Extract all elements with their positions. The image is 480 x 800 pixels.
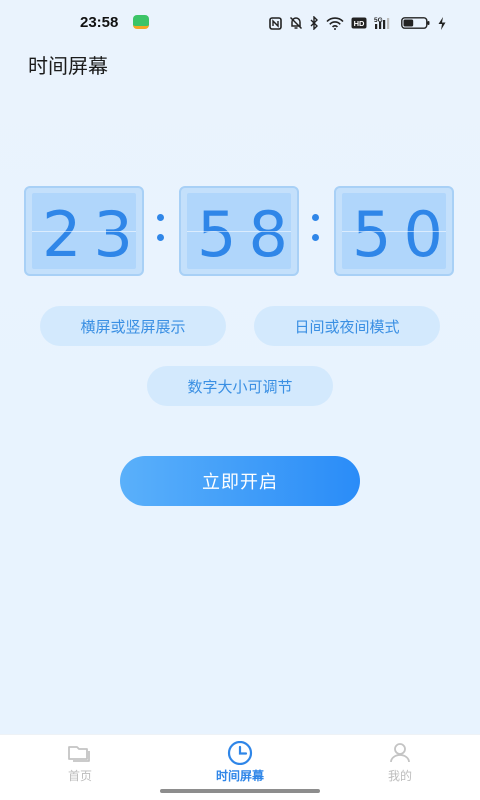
time-screen-page: 23:58 HD 5G 时间屏幕 23 58 50 横屏或竖屏展示 日间或夜间模… <box>0 0 480 800</box>
nav-label-time-screen: 时间屏幕 <box>215 769 264 783</box>
page-title: 时间屏幕 <box>28 54 108 78</box>
status-time: 23:58 <box>80 14 119 31</box>
user-icon <box>385 741 415 765</box>
seconds-digits: 50 <box>352 198 446 270</box>
minutes-card: 58 <box>179 186 299 276</box>
hd-icon: HD <box>351 17 367 29</box>
seconds-card-face: 50 <box>342 193 446 269</box>
nav-label-home: 首页 <box>67 769 92 783</box>
colon-separator <box>312 214 320 248</box>
hd-label: HD <box>354 19 365 28</box>
app-notification-icon <box>133 15 149 29</box>
bluetooth-icon <box>310 16 318 30</box>
clock-icon <box>225 741 255 765</box>
nav-item-mine[interactable]: 我的 <box>340 741 460 787</box>
flip-clock: 23 58 50 <box>24 186 456 276</box>
seconds-card: 50 <box>334 186 454 276</box>
nav-label-mine: 我的 <box>387 769 412 783</box>
network-label: 5G <box>374 17 383 24</box>
minutes-digits: 58 <box>197 198 291 270</box>
feature-digit-size-pill: 数字大小可调节 <box>147 366 333 406</box>
colon-separator <box>157 214 165 248</box>
hours-card: 23 <box>24 186 144 276</box>
mute-bell-icon <box>289 16 303 30</box>
nfc-icon <box>269 16 282 30</box>
status-icons: HD 5G <box>269 14 446 32</box>
charging-icon <box>438 16 446 30</box>
feature-orientation-pill: 横屏或竖屏展示 <box>40 306 226 346</box>
nav-item-time-screen[interactable]: 时间屏幕 <box>180 741 300 787</box>
battery-icon <box>401 17 430 29</box>
hours-card-face: 23 <box>32 193 136 269</box>
wifi-icon <box>326 16 344 30</box>
nav-item-home[interactable]: 首页 <box>20 741 140 787</box>
minutes-card-face: 58 <box>187 193 291 269</box>
start-now-button[interactable]: 立即开启 <box>120 456 360 506</box>
status-bar: 23:58 HD 5G <box>0 0 480 46</box>
home-screens-icon <box>65 741 95 765</box>
hours-digits: 23 <box>42 198 136 270</box>
5g-signal-icon: 5G <box>374 17 390 29</box>
feature-day-night-pill: 日间或夜间模式 <box>254 306 440 346</box>
home-indicator[interactable] <box>160 789 320 793</box>
